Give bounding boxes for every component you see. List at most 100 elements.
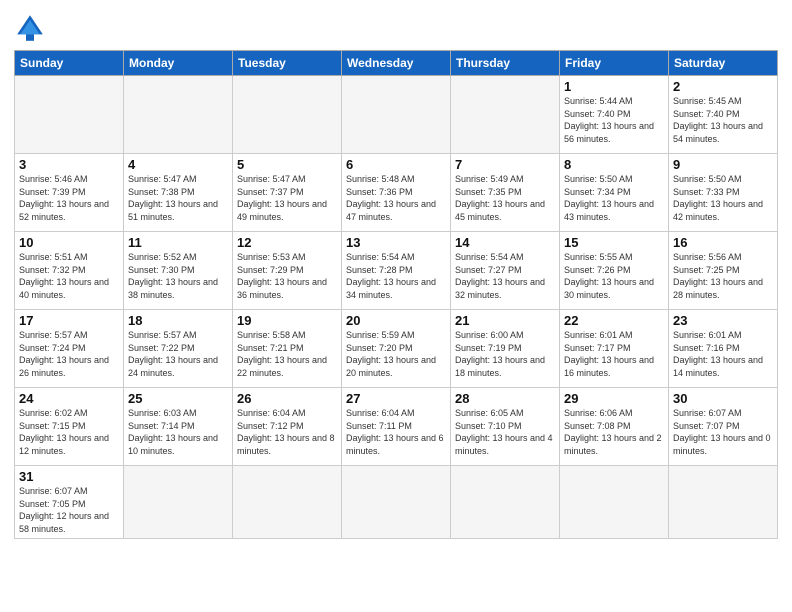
day-info: Sunrise: 5:52 AM Sunset: 7:30 PM Dayligh… [128,251,228,301]
calendar-day-cell [451,76,560,154]
day-info: Sunrise: 5:53 AM Sunset: 7:29 PM Dayligh… [237,251,337,301]
calendar-day-cell: 1Sunrise: 5:44 AM Sunset: 7:40 PM Daylig… [560,76,669,154]
calendar-day-cell: 24Sunrise: 6:02 AM Sunset: 7:15 PM Dayli… [15,388,124,466]
day-info: Sunrise: 5:59 AM Sunset: 7:20 PM Dayligh… [346,329,446,379]
calendar-day-cell: 5Sunrise: 5:47 AM Sunset: 7:37 PM Daylig… [233,154,342,232]
col-friday: Friday [560,51,669,76]
calendar-day-cell: 28Sunrise: 6:05 AM Sunset: 7:10 PM Dayli… [451,388,560,466]
day-info: Sunrise: 5:51 AM Sunset: 7:32 PM Dayligh… [19,251,119,301]
calendar-day-cell: 2Sunrise: 5:45 AM Sunset: 7:40 PM Daylig… [669,76,778,154]
day-number: 25 [128,391,228,406]
day-number: 7 [455,157,555,172]
day-number: 18 [128,313,228,328]
day-number: 23 [673,313,773,328]
col-tuesday: Tuesday [233,51,342,76]
day-info: Sunrise: 5:54 AM Sunset: 7:28 PM Dayligh… [346,251,446,301]
calendar-day-cell: 25Sunrise: 6:03 AM Sunset: 7:14 PM Dayli… [124,388,233,466]
day-number: 19 [237,313,337,328]
day-info: Sunrise: 5:50 AM Sunset: 7:33 PM Dayligh… [673,173,773,223]
day-number: 11 [128,235,228,250]
day-number: 6 [346,157,446,172]
calendar-day-cell: 6Sunrise: 5:48 AM Sunset: 7:36 PM Daylig… [342,154,451,232]
day-number: 2 [673,79,773,94]
day-info: Sunrise: 6:01 AM Sunset: 7:17 PM Dayligh… [564,329,664,379]
calendar-day-cell: 30Sunrise: 6:07 AM Sunset: 7:07 PM Dayli… [669,388,778,466]
day-info: Sunrise: 6:00 AM Sunset: 7:19 PM Dayligh… [455,329,555,379]
calendar-table: Sunday Monday Tuesday Wednesday Thursday… [14,50,778,539]
day-info: Sunrise: 5:54 AM Sunset: 7:27 PM Dayligh… [455,251,555,301]
calendar-week-row: 10Sunrise: 5:51 AM Sunset: 7:32 PM Dayli… [15,232,778,310]
day-number: 14 [455,235,555,250]
day-number: 22 [564,313,664,328]
day-number: 9 [673,157,773,172]
logo-icon [14,12,46,44]
day-number: 20 [346,313,446,328]
calendar-header-row: Sunday Monday Tuesday Wednesday Thursday… [15,51,778,76]
calendar-day-cell: 29Sunrise: 6:06 AM Sunset: 7:08 PM Dayli… [560,388,669,466]
calendar-day-cell: 21Sunrise: 6:00 AM Sunset: 7:19 PM Dayli… [451,310,560,388]
calendar-day-cell [560,466,669,539]
calendar-day-cell: 19Sunrise: 5:58 AM Sunset: 7:21 PM Dayli… [233,310,342,388]
calendar-day-cell: 3Sunrise: 5:46 AM Sunset: 7:39 PM Daylig… [15,154,124,232]
day-info: Sunrise: 5:57 AM Sunset: 7:22 PM Dayligh… [128,329,228,379]
day-info: Sunrise: 5:57 AM Sunset: 7:24 PM Dayligh… [19,329,119,379]
calendar-day-cell: 26Sunrise: 6:04 AM Sunset: 7:12 PM Dayli… [233,388,342,466]
day-number: 4 [128,157,228,172]
calendar-day-cell [451,466,560,539]
calendar-day-cell [124,466,233,539]
calendar-day-cell: 18Sunrise: 5:57 AM Sunset: 7:22 PM Dayli… [124,310,233,388]
day-number: 10 [19,235,119,250]
calendar-day-cell: 17Sunrise: 5:57 AM Sunset: 7:24 PM Dayli… [15,310,124,388]
day-number: 26 [237,391,337,406]
calendar-day-cell: 11Sunrise: 5:52 AM Sunset: 7:30 PM Dayli… [124,232,233,310]
calendar-day-cell: 14Sunrise: 5:54 AM Sunset: 7:27 PM Dayli… [451,232,560,310]
calendar-day-cell: 8Sunrise: 5:50 AM Sunset: 7:34 PM Daylig… [560,154,669,232]
day-number: 30 [673,391,773,406]
calendar-day-cell: 27Sunrise: 6:04 AM Sunset: 7:11 PM Dayli… [342,388,451,466]
day-info: Sunrise: 5:50 AM Sunset: 7:34 PM Dayligh… [564,173,664,223]
day-number: 21 [455,313,555,328]
calendar-day-cell: 16Sunrise: 5:56 AM Sunset: 7:25 PM Dayli… [669,232,778,310]
calendar-day-cell: 10Sunrise: 5:51 AM Sunset: 7:32 PM Dayli… [15,232,124,310]
col-monday: Monday [124,51,233,76]
calendar-day-cell [342,466,451,539]
day-info: Sunrise: 6:01 AM Sunset: 7:16 PM Dayligh… [673,329,773,379]
day-info: Sunrise: 6:05 AM Sunset: 7:10 PM Dayligh… [455,407,555,457]
day-info: Sunrise: 6:03 AM Sunset: 7:14 PM Dayligh… [128,407,228,457]
day-number: 29 [564,391,664,406]
day-number: 24 [19,391,119,406]
calendar-day-cell: 13Sunrise: 5:54 AM Sunset: 7:28 PM Dayli… [342,232,451,310]
day-number: 1 [564,79,664,94]
day-info: Sunrise: 5:46 AM Sunset: 7:39 PM Dayligh… [19,173,119,223]
day-number: 5 [237,157,337,172]
day-info: Sunrise: 5:49 AM Sunset: 7:35 PM Dayligh… [455,173,555,223]
calendar-day-cell: 9Sunrise: 5:50 AM Sunset: 7:33 PM Daylig… [669,154,778,232]
calendar-day-cell [124,76,233,154]
calendar-day-cell: 4Sunrise: 5:47 AM Sunset: 7:38 PM Daylig… [124,154,233,232]
day-number: 13 [346,235,446,250]
calendar-week-row: 24Sunrise: 6:02 AM Sunset: 7:15 PM Dayli… [15,388,778,466]
day-info: Sunrise: 5:44 AM Sunset: 7:40 PM Dayligh… [564,95,664,145]
day-info: Sunrise: 6:04 AM Sunset: 7:12 PM Dayligh… [237,407,337,457]
header [14,10,778,44]
day-number: 17 [19,313,119,328]
calendar-day-cell: 22Sunrise: 6:01 AM Sunset: 7:17 PM Dayli… [560,310,669,388]
day-number: 31 [19,469,119,484]
calendar-day-cell [669,466,778,539]
day-info: Sunrise: 6:07 AM Sunset: 7:05 PM Dayligh… [19,485,119,535]
day-number: 8 [564,157,664,172]
calendar-day-cell: 23Sunrise: 6:01 AM Sunset: 7:16 PM Dayli… [669,310,778,388]
day-info: Sunrise: 5:45 AM Sunset: 7:40 PM Dayligh… [673,95,773,145]
calendar-day-cell [342,76,451,154]
calendar-week-row: 31Sunrise: 6:07 AM Sunset: 7:05 PM Dayli… [15,466,778,539]
col-wednesday: Wednesday [342,51,451,76]
calendar-day-cell: 31Sunrise: 6:07 AM Sunset: 7:05 PM Dayli… [15,466,124,539]
calendar-day-cell [15,76,124,154]
day-info: Sunrise: 5:48 AM Sunset: 7:36 PM Dayligh… [346,173,446,223]
calendar-day-cell: 15Sunrise: 5:55 AM Sunset: 7:26 PM Dayli… [560,232,669,310]
day-info: Sunrise: 6:02 AM Sunset: 7:15 PM Dayligh… [19,407,119,457]
col-sunday: Sunday [15,51,124,76]
logo-area [14,10,50,44]
day-number: 27 [346,391,446,406]
day-number: 16 [673,235,773,250]
